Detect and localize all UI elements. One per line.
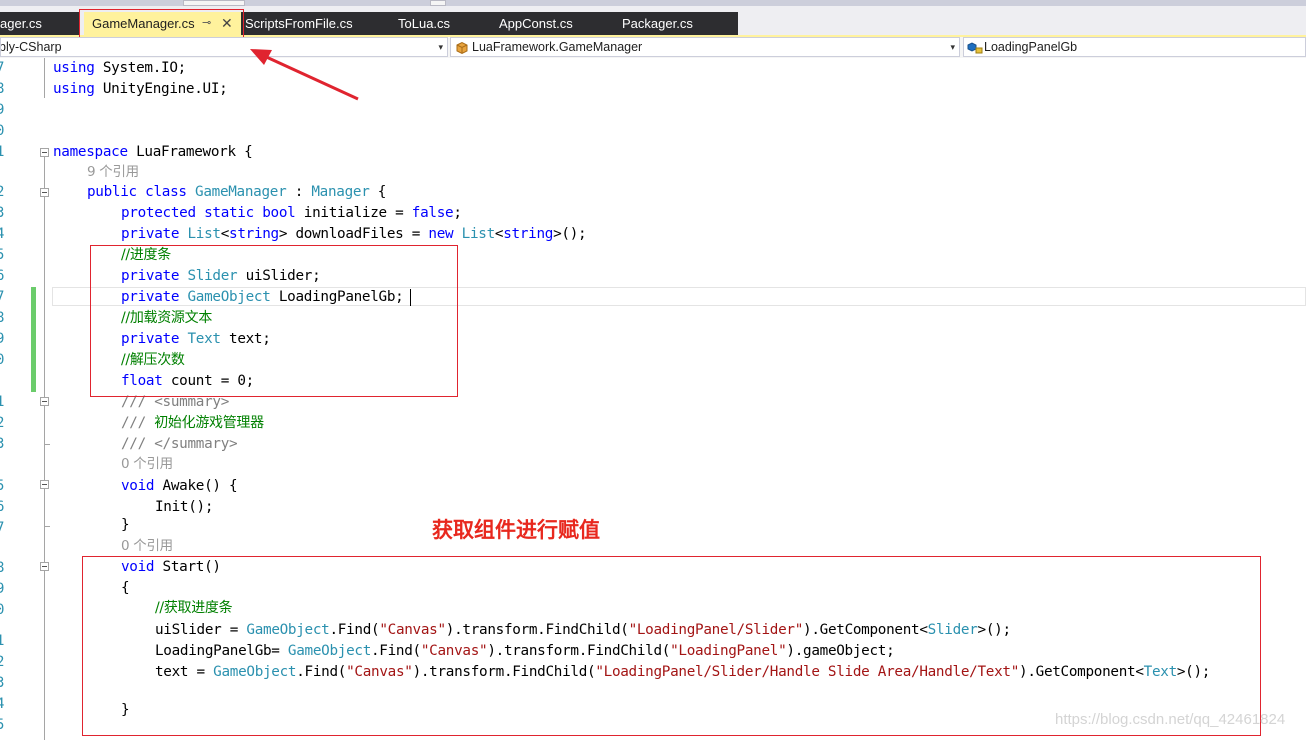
arrow-icon xyxy=(250,49,359,101)
watermark: https://blog.csdn.net/qq_42461824 xyxy=(1055,711,1286,728)
